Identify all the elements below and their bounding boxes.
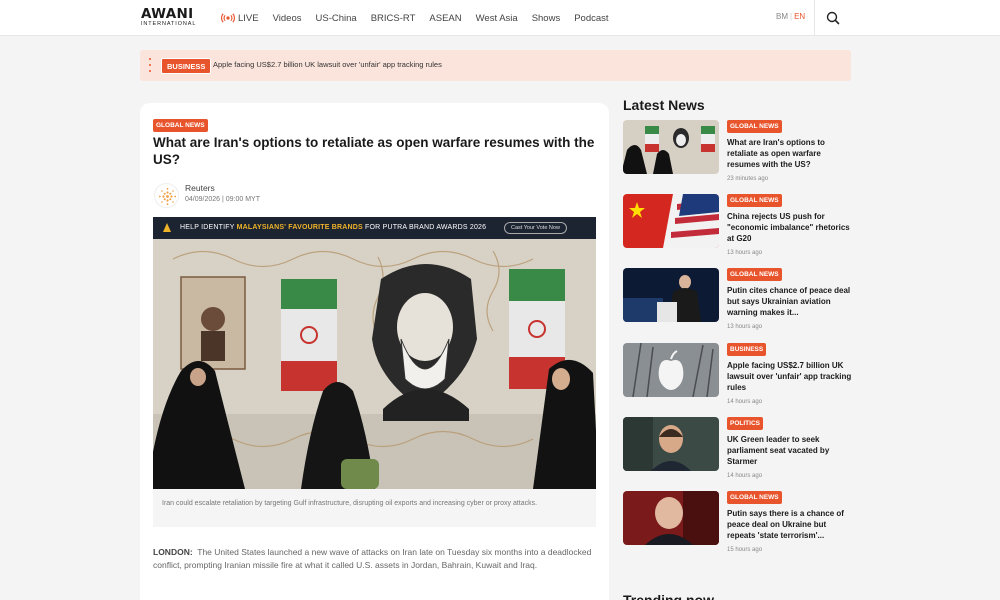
- iran-mural-thumbnail: [623, 120, 719, 174]
- news-item[interactable]: GLOBAL NEWS What are Iran's options to r…: [623, 120, 853, 186]
- header-divider: [814, 0, 815, 36]
- article-card: GLOBAL NEWS What are Iran's options to r…: [140, 103, 609, 600]
- ticker-category-badge: BUSINESS: [161, 58, 212, 74]
- nav-item-live[interactable]: LIVE: [221, 13, 259, 24]
- breaking-ticker[interactable]: BUSINESS Apple facing US$2.7 billion UK …: [140, 50, 851, 81]
- news-timestamp: 13 hours ago: [727, 250, 763, 256]
- news-timestamp: 15 hours ago: [727, 547, 763, 553]
- lang-separator: |: [790, 12, 793, 21]
- body-dateline: LONDON:: [153, 547, 193, 557]
- author-avatar: [154, 183, 179, 208]
- awani-logo[interactable]: AWANI INTERNATIONAL: [141, 6, 203, 30]
- nav-item-podcast[interactable]: Podcast: [574, 13, 608, 24]
- logo-sub-text: INTERNATIONAL: [141, 21, 197, 27]
- news-category-badge[interactable]: GLOBAL NEWS: [727, 491, 782, 504]
- main-nav: LIVE Videos US-China BRICS-RT ASEAN West…: [221, 0, 623, 36]
- nav-item-brics-rt[interactable]: BRICS-RT: [371, 13, 416, 24]
- news-timestamp: 14 hours ago: [727, 399, 763, 405]
- putin-podium-thumbnail: [623, 268, 719, 322]
- news-headline[interactable]: Putin says there is a chance of peace de…: [727, 508, 853, 541]
- ticker-headline[interactable]: Apple facing US$2.7 billion UK lawsuit o…: [213, 60, 442, 69]
- news-item[interactable]: BUSINESS Apple facing US$2.7 billion UK …: [623, 343, 853, 409]
- news-category-badge[interactable]: GLOBAL NEWS: [727, 268, 782, 281]
- lang-bm[interactable]: BM: [776, 12, 788, 21]
- news-item[interactable]: POLITICS UK Green leader to seek parliam…: [623, 417, 853, 483]
- lang-en[interactable]: EN: [794, 12, 805, 21]
- logo-main-text: AWANI: [141, 6, 194, 22]
- promo-banner-text-post: FOR PUTRA BRAND AWARDS 2026: [362, 224, 487, 231]
- vote-button[interactable]: Cast Your Vote Now: [504, 222, 567, 234]
- china-us-flags-thumbnail: [623, 194, 719, 248]
- promo-banner-highlight: MALAYSIANS' FAVOURITE BRANDS: [236, 224, 363, 231]
- promo-banner[interactable]: HELP IDENTIFY MALAYSIANS' FAVOURITE BRAN…: [153, 217, 596, 239]
- nav-item-videos[interactable]: Videos: [273, 13, 302, 24]
- nav-item-shows[interactable]: Shows: [532, 13, 561, 24]
- news-headline[interactable]: Putin cites chance of peace deal but say…: [727, 285, 853, 318]
- author-name[interactable]: Reuters: [185, 183, 215, 193]
- image-caption: Iran could escalate retaliation by targe…: [153, 489, 596, 527]
- news-category-badge[interactable]: BUSINESS: [727, 343, 767, 356]
- news-headline[interactable]: Apple facing US$2.7 billion UK lawsuit o…: [727, 360, 853, 393]
- nav-item-asean[interactable]: ASEAN: [429, 13, 461, 24]
- publish-date: 04/09/2026 | 09:00 MYT: [185, 196, 260, 203]
- hero-image: HELP IDENTIFY MALAYSIANS' FAVOURITE BRAN…: [153, 217, 596, 489]
- nav-live-label: LIVE: [238, 12, 259, 24]
- ticker-dots-icon: [148, 58, 152, 74]
- nav-item-west-asia[interactable]: West Asia: [476, 13, 518, 24]
- green-leader-thumbnail: [623, 417, 719, 471]
- news-item[interactable]: GLOBAL NEWS China rejects US push for "e…: [623, 194, 853, 260]
- promo-banner-text: HELP IDENTIFY MALAYSIANS' FAVOURITE BRAN…: [180, 224, 486, 231]
- putin-portrait-thumbnail: [623, 491, 719, 545]
- live-broadcast-icon: [221, 13, 235, 23]
- iran-mural-photo: [153, 239, 596, 489]
- news-headline[interactable]: UK Green leader to seek parliament seat …: [727, 434, 853, 467]
- award-logo-icon: [163, 223, 171, 232]
- language-switcher: BM | EN: [776, 12, 805, 21]
- news-item[interactable]: GLOBAL NEWS Putin cites chance of peace …: [623, 268, 853, 334]
- latest-news-heading: Latest News: [623, 97, 705, 113]
- news-item[interactable]: GLOBAL NEWS Putin says there is a chance…: [623, 491, 853, 557]
- article-category-badge[interactable]: GLOBAL NEWS: [153, 119, 208, 132]
- article-title: What are Iran's options to retaliate as …: [153, 135, 595, 167]
- nav-item-us-china[interactable]: US-China: [316, 13, 357, 24]
- promo-banner-text-pre: HELP IDENTIFY: [180, 224, 237, 231]
- reuters-logo-icon: [158, 187, 177, 206]
- body-lead-text: The United States launched a new wave of…: [153, 547, 592, 570]
- search-icon[interactable]: [825, 10, 841, 26]
- news-timestamp: 13 hours ago: [727, 324, 763, 330]
- news-headline[interactable]: What are Iran's options to retaliate as …: [727, 137, 853, 170]
- news-category-badge[interactable]: POLITICS: [727, 417, 763, 430]
- news-timestamp: 14 hours ago: [727, 473, 763, 479]
- top-navbar: AWANI INTERNATIONAL LIVE Videos US-China…: [0, 0, 1000, 36]
- news-timestamp: 23 minutes ago: [727, 176, 769, 182]
- article-body: LONDON: The United States launched a new…: [153, 546, 593, 571]
- apple-logo-thumbnail: [623, 343, 719, 397]
- trending-heading: Trending now: [623, 592, 714, 600]
- news-category-badge[interactable]: GLOBAL NEWS: [727, 120, 782, 133]
- news-category-badge[interactable]: GLOBAL NEWS: [727, 194, 782, 207]
- news-headline[interactable]: China rejects US push for "economic imba…: [727, 211, 853, 244]
